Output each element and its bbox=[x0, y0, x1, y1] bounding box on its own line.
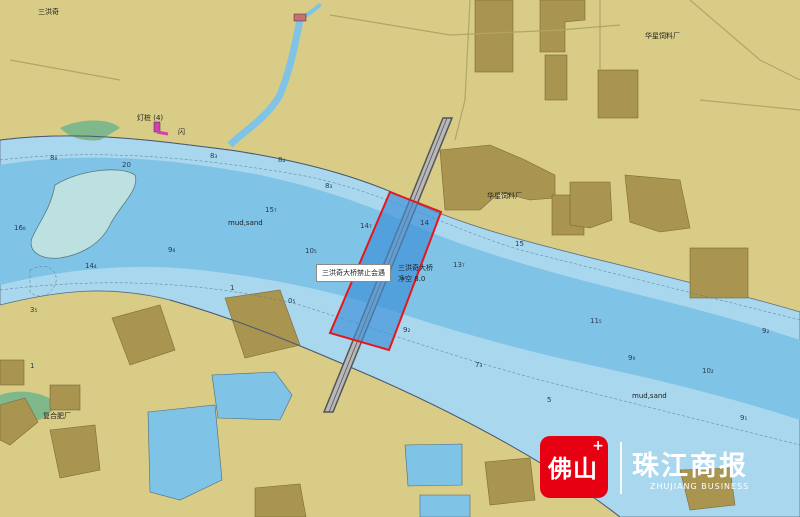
brand-name: 珠江商报 bbox=[632, 451, 748, 482]
depth-sounding: 1 bbox=[30, 362, 34, 370]
depth-sounding: 8₃ bbox=[210, 152, 217, 160]
pond bbox=[419, 494, 471, 517]
foshan-plus-logo: 佛山 + bbox=[540, 436, 608, 498]
no-meeting-zone-callout[interactable]: 三洪奇大桥禁止会遇 bbox=[316, 264, 391, 282]
pond bbox=[404, 443, 463, 487]
depth-sounding: 15₇ bbox=[265, 206, 277, 214]
depth-sounding: 9₂ bbox=[762, 327, 769, 335]
pond bbox=[211, 371, 293, 421]
depth-sounding: 8₃ bbox=[325, 182, 332, 190]
depth-sounding: 8₈ bbox=[50, 154, 57, 162]
depth-sounding: 1 bbox=[230, 284, 234, 292]
depth-sounding: 16₈ bbox=[14, 224, 26, 232]
depth-sounding: 15 bbox=[515, 240, 524, 248]
logo-plus-icon: + bbox=[592, 438, 604, 454]
factory-label-top: 华星饲料厂 bbox=[645, 31, 680, 40]
depth-sounding: 9₉ bbox=[628, 354, 635, 362]
bridge-clearance-text: 净空 8.0 bbox=[398, 275, 426, 283]
depth-sounding: 10₅ bbox=[305, 247, 317, 255]
depth-sounding: 13₇ bbox=[453, 261, 465, 269]
depth-sounding: 7₃ bbox=[475, 361, 482, 369]
bridge-name-label: 三洪奇大桥 净空 8.0 bbox=[398, 263, 433, 285]
fertilizer-label: 复合肥厂 bbox=[43, 411, 71, 420]
depth-sounding: 14 bbox=[420, 219, 429, 227]
beacon-code: 闪 bbox=[178, 127, 185, 136]
depth-sounding: 9₈ bbox=[168, 246, 175, 254]
depth-sounding: 20 bbox=[122, 161, 131, 169]
village-label: 三洪奇 bbox=[38, 7, 59, 16]
nautical-chart[interactable]: 三洪奇 华星饲料厂 华星饲料厂 复合肥厂 灯桩 (4) 闪 mud,sand m… bbox=[0, 0, 800, 517]
tributary-bridge-icon bbox=[293, 13, 307, 22]
depth-sounding: 5 bbox=[547, 396, 551, 404]
depth-sounding: 9₁ bbox=[740, 414, 747, 422]
beacon-label: 灯桩 (4) bbox=[137, 113, 163, 122]
brand-subtitle: ZHUJIANG BUSINESS bbox=[650, 482, 750, 491]
bridge-name-text: 三洪奇大桥 bbox=[398, 264, 433, 272]
depth-sounding: 0₅ bbox=[288, 297, 295, 305]
logo-text: 佛山 bbox=[548, 454, 598, 483]
depth-sounding: 14₄ bbox=[85, 262, 97, 270]
depth-sounding: 10₂ bbox=[702, 367, 714, 375]
seabed-label: mud,sand bbox=[632, 392, 667, 400]
seabed-label: mud,sand bbox=[228, 219, 263, 227]
factory-label-mid: 华星饲料厂 bbox=[487, 191, 522, 200]
depth-sounding: 14₇ bbox=[360, 222, 372, 230]
logo-divider bbox=[620, 442, 622, 494]
depth-sounding: 8₄ bbox=[278, 156, 285, 164]
depth-sounding: 3₅ bbox=[30, 306, 37, 314]
depth-sounding: 11₅ bbox=[590, 317, 602, 325]
depth-sounding: 9₂ bbox=[403, 326, 410, 334]
